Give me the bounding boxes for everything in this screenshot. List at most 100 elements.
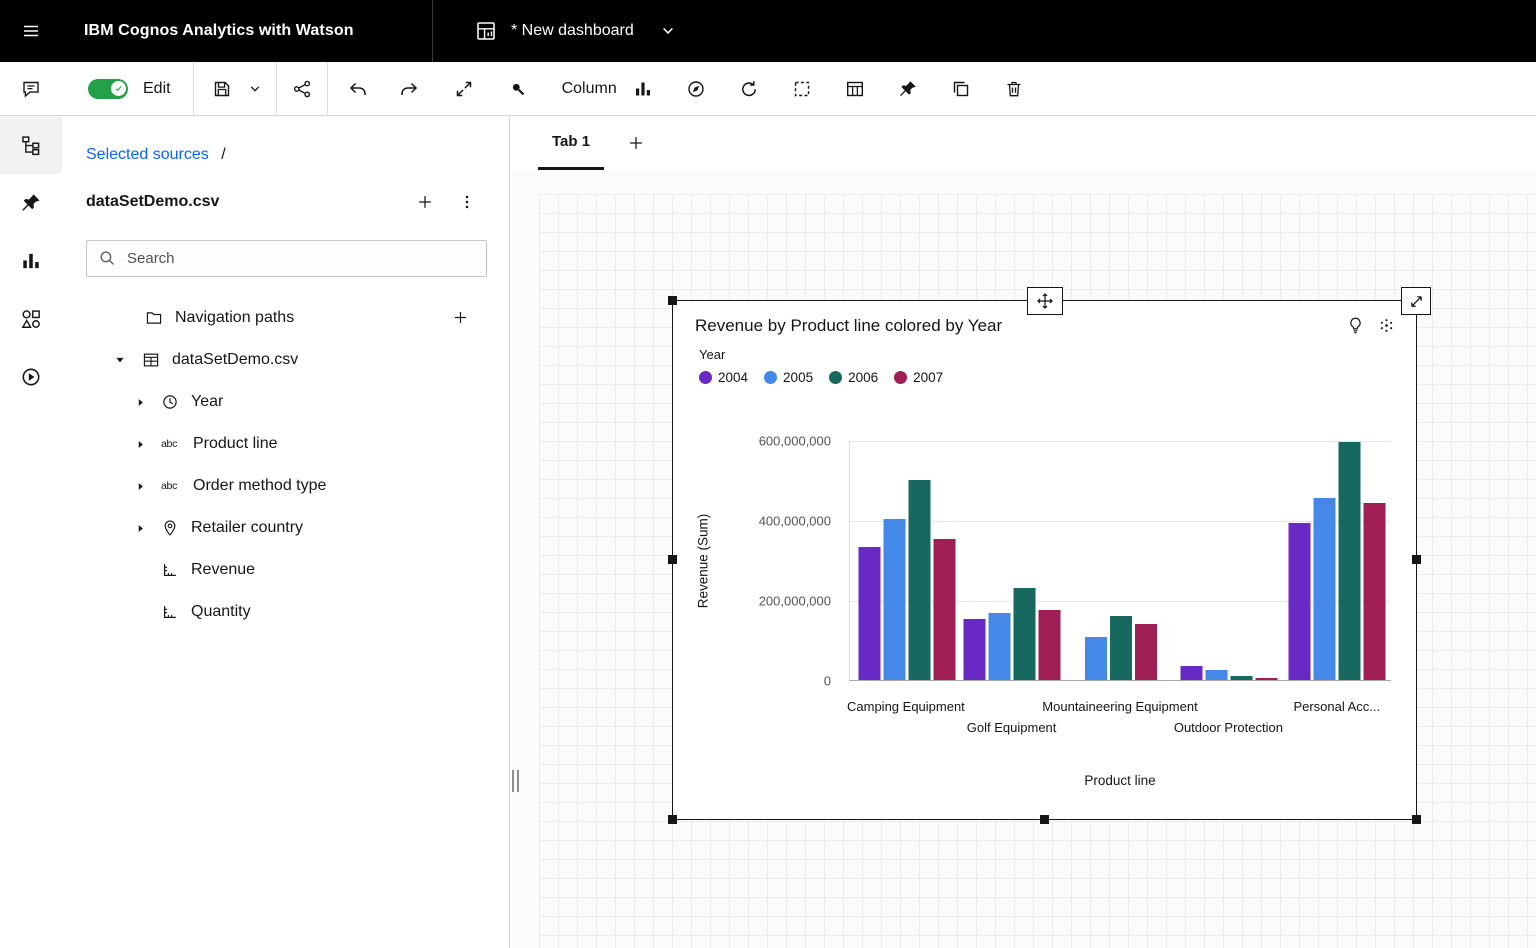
reset-icon — [739, 79, 759, 99]
panel-resize-grip[interactable] — [512, 770, 519, 792]
tree-item-product-line[interactable]: abc Product line — [62, 423, 509, 465]
rail-item-sources[interactable] — [0, 116, 62, 174]
x-axis-title: Product line — [1084, 773, 1155, 788]
tree-item-quantity[interactable]: Quantity — [62, 591, 509, 633]
resize-handle-bottom-center[interactable] — [1040, 815, 1049, 824]
reset-widget-button[interactable] — [729, 69, 769, 109]
bar[interactable] — [989, 613, 1011, 680]
assistant-chat-button[interactable] — [0, 62, 62, 116]
add-navigation-path-button[interactable] — [452, 309, 469, 326]
bar[interactable] — [1205, 670, 1227, 680]
add-source-button[interactable] — [411, 188, 439, 216]
lightbulb-icon[interactable] — [1346, 316, 1365, 335]
chart-widget[interactable]: Revenue by Product line colored by Year … — [672, 300, 1417, 820]
resize-handle-mid-right[interactable] — [1412, 555, 1421, 564]
bar[interactable] — [964, 619, 986, 680]
rail-item-data[interactable] — [0, 348, 62, 406]
bar[interactable] — [858, 547, 880, 680]
widget-expand-button[interactable] — [1401, 287, 1431, 315]
dashboard-switcher[interactable]: * New dashboard — [433, 20, 676, 42]
caret-right-icon[interactable] — [132, 480, 148, 493]
caret-right-icon[interactable] — [132, 522, 148, 535]
dashboard-canvas[interactable]: Revenue by Product line colored by Year … — [511, 170, 1536, 948]
bar[interactable] — [1313, 498, 1335, 680]
check-icon — [114, 84, 123, 93]
sources-panel: Selected sources / dataSetDemo.csv Navig… — [62, 116, 510, 948]
tree-item-order-method-type[interactable]: abc Order method type — [62, 465, 509, 507]
bar[interactable] — [1338, 442, 1360, 680]
tree-item-navigation-paths[interactable]: Navigation paths — [62, 297, 509, 339]
clock-icon — [161, 393, 179, 411]
search-icon — [98, 249, 116, 267]
tree-item-revenue[interactable]: Revenue — [62, 549, 509, 591]
delete-button[interactable] — [994, 69, 1034, 109]
hamburger-menu-button[interactable] — [0, 0, 62, 62]
share-button[interactable] — [282, 69, 322, 109]
resize-handle-top-left[interactable] — [668, 296, 677, 305]
save-options-button[interactable] — [242, 69, 268, 109]
caret-down-icon[interactable] — [112, 353, 128, 367]
legend-swatch — [699, 371, 712, 384]
expand-widget-icon — [1408, 293, 1425, 310]
tree-item-retailer-country[interactable]: Retailer country — [62, 507, 509, 549]
caret-right-icon[interactable] — [132, 438, 148, 451]
fullscreen-button[interactable] — [444, 69, 484, 109]
x-category-label: Outdoor Protection — [1174, 720, 1283, 735]
show-data-table-button[interactable] — [835, 69, 875, 109]
bar[interactable] — [1085, 637, 1107, 680]
bar[interactable] — [1230, 676, 1252, 680]
y-tick-label: 600,000,000 — [759, 434, 831, 449]
rail-item-widgets[interactable] — [0, 290, 62, 348]
navigate-button[interactable] — [676, 69, 716, 109]
tree-item-dataset[interactable]: dataSetDemo.csv — [62, 339, 509, 381]
bar[interactable] — [1014, 588, 1036, 680]
rail-item-visualizations[interactable] — [0, 232, 62, 290]
bar[interactable] — [1288, 523, 1310, 680]
bar[interactable] — [908, 480, 930, 680]
add-tab-button[interactable] — [622, 129, 650, 157]
chart-type-button[interactable] — [623, 69, 663, 109]
redo-button[interactable] — [389, 69, 429, 109]
select-region-icon — [792, 79, 812, 99]
rail-item-pins[interactable] — [0, 174, 62, 232]
plus-icon — [452, 309, 469, 326]
legend-label: 2005 — [783, 370, 813, 385]
plus-icon — [416, 193, 434, 211]
legend-item[interactable]: 2004 — [699, 370, 748, 385]
dataset-title: dataSetDemo.csv — [86, 193, 411, 211]
legend-item[interactable]: 2005 — [764, 370, 813, 385]
breadcrumb-separator: / — [221, 146, 225, 163]
resize-handle-bottom-left[interactable] — [668, 815, 677, 824]
legend-item[interactable]: 2007 — [894, 370, 943, 385]
save-button[interactable] — [202, 69, 242, 109]
bar[interactable] — [1180, 666, 1202, 680]
pin-widget-button[interactable] — [888, 69, 928, 109]
search-input[interactable] — [86, 240, 487, 277]
bar[interactable] — [1039, 610, 1061, 680]
bar[interactable] — [1255, 678, 1277, 680]
breadcrumb-selected-sources-link[interactable]: Selected sources — [86, 146, 209, 163]
breadcrumb: Selected sources / — [62, 116, 509, 164]
x-category-label: Camping Equipment — [847, 699, 965, 714]
dataset-overflow-menu-button[interactable] — [453, 188, 481, 216]
tree-item-year[interactable]: Year — [62, 381, 509, 423]
pointer-mode-button[interactable] — [498, 69, 538, 109]
tree-item-label: Year — [191, 393, 223, 411]
bar[interactable] — [883, 519, 905, 680]
resize-handle-bottom-right[interactable] — [1412, 815, 1421, 824]
widget-move-handle[interactable] — [1027, 287, 1063, 315]
chevron-down-icon — [660, 23, 676, 39]
undo-icon — [348, 79, 368, 99]
bar[interactable] — [1135, 624, 1157, 680]
tab-1[interactable]: Tab 1 — [538, 116, 604, 170]
bar[interactable] — [933, 539, 955, 680]
ai-explore-icon[interactable] — [1377, 316, 1396, 335]
select-region-button[interactable] — [782, 69, 822, 109]
edit-toggle[interactable] — [88, 79, 128, 99]
bar[interactable] — [1363, 503, 1385, 680]
undo-button[interactable] — [338, 69, 378, 109]
legend-item[interactable]: 2006 — [829, 370, 878, 385]
bar[interactable] — [1110, 616, 1132, 680]
duplicate-button[interactable] — [941, 69, 981, 109]
caret-right-icon[interactable] — [132, 396, 148, 409]
